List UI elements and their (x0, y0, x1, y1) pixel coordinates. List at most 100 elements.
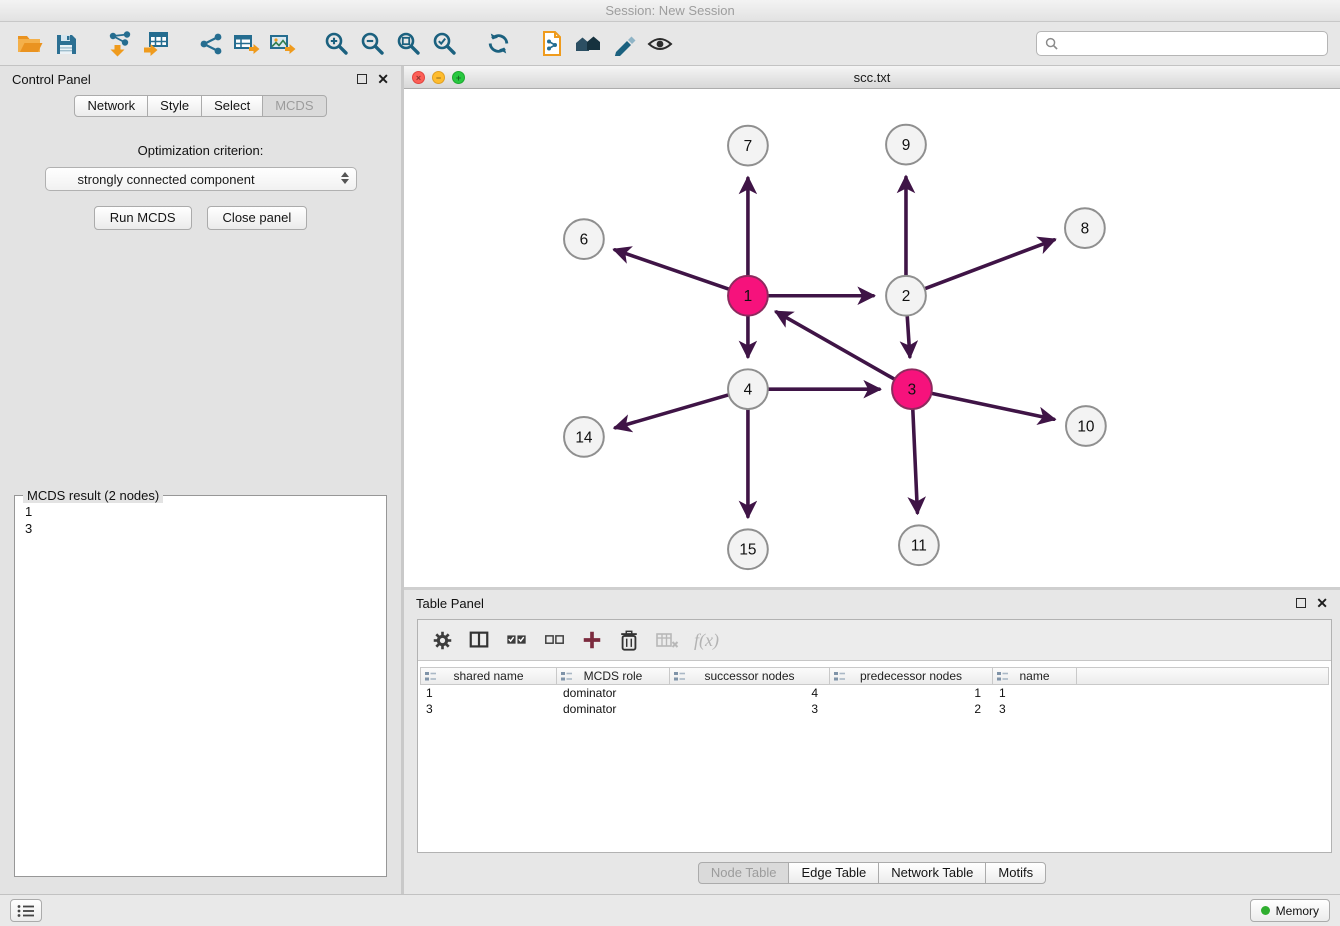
close-table-panel-icon[interactable]: ✕ (1316, 598, 1328, 608)
function-builder-button[interactable]: f(x) (694, 630, 719, 651)
node-2[interactable]: 2 (886, 276, 926, 316)
open-session-button[interactable] (12, 27, 48, 61)
task-history-button[interactable] (10, 899, 42, 922)
table-row[interactable]: 3dominator323 (420, 701, 1329, 717)
save-session-button[interactable] (48, 27, 84, 61)
minimize-window-icon[interactable]: − (432, 71, 445, 84)
node-7[interactable]: 7 (728, 126, 768, 166)
style-brush-icon (612, 31, 637, 56)
memory-button[interactable]: Memory (1250, 899, 1330, 922)
column-sort-icon (997, 671, 1008, 682)
import-table-icon (142, 30, 170, 58)
edge-3-1[interactable] (776, 312, 893, 379)
svg-text:2: 2 (902, 288, 911, 305)
trash-icon (618, 629, 640, 652)
zoom-selected-button[interactable] (426, 27, 462, 61)
node-6[interactable]: 6 (564, 219, 604, 259)
window-titlebar[interactable]: Session: New Session (0, 0, 1340, 22)
network-share-button[interactable] (192, 27, 228, 61)
search-input[interactable] (1064, 36, 1319, 51)
node-4[interactable]: 4 (728, 369, 768, 409)
tab-network[interactable]: Network (74, 95, 148, 117)
task-list-icon (17, 904, 35, 918)
delete-button[interactable] (618, 629, 640, 652)
node-9[interactable]: 9 (886, 125, 926, 165)
mcds-result-box: MCDS result (2 nodes) 1 3 (14, 495, 387, 877)
edge-3-10[interactable] (932, 393, 1053, 419)
share-document-button[interactable] (534, 27, 570, 61)
node-10[interactable]: 10 (1066, 406, 1106, 446)
memory-status-icon (1261, 906, 1270, 915)
node-11[interactable]: 11 (899, 525, 939, 565)
tab-mcds[interactable]: MCDS (262, 95, 326, 117)
export-image-button[interactable] (264, 27, 300, 61)
tab-node-table[interactable]: Node Table (698, 862, 790, 884)
float-panel-icon[interactable] (357, 74, 367, 84)
network-window-titlebar[interactable]: × − + scc.txt (404, 66, 1340, 89)
edge-3-11[interactable] (913, 410, 918, 512)
column-sort-icon (674, 671, 685, 682)
add-button[interactable] (581, 629, 603, 651)
edge-2-8[interactable] (925, 240, 1054, 289)
delete-columns-button[interactable] (655, 629, 679, 651)
column-header-successor-nodes[interactable]: successor nodes (670, 667, 830, 685)
tab-network-table[interactable]: Network Table (878, 862, 986, 884)
edge-1-6[interactable] (615, 250, 728, 289)
table-panel-header: Table Panel ✕ (404, 590, 1340, 616)
tab-motifs[interactable]: Motifs (985, 862, 1046, 884)
gear-icon (432, 630, 453, 651)
mcds-result-text[interactable]: 1 3 (15, 496, 386, 544)
close-panel-button[interactable]: Close panel (207, 206, 308, 230)
optimization-select[interactable]: strongly connected component (45, 167, 357, 191)
edge-2-3[interactable] (907, 317, 910, 357)
toolbar-search[interactable] (1036, 31, 1328, 56)
table-cell: 2 (830, 702, 993, 716)
export-image-icon (268, 31, 296, 57)
refresh-button[interactable] (480, 27, 516, 61)
delete-columns-icon (655, 629, 679, 651)
maximize-window-icon[interactable]: + (452, 71, 465, 84)
tab-select[interactable]: Select (201, 95, 263, 117)
graph-svg[interactable]: 7 9 6 8 1 2 4 3 14 10 15 11 (404, 89, 1340, 587)
export-table-button[interactable] (228, 27, 264, 61)
table-cell: dominator (557, 686, 670, 700)
style-brush-button[interactable] (606, 27, 642, 61)
close-window-icon[interactable]: × (412, 71, 425, 84)
tab-style[interactable]: Style (147, 95, 202, 117)
column-header-predecessor-nodes[interactable]: predecessor nodes (830, 667, 993, 685)
column-header-shared-name[interactable]: shared name (420, 667, 557, 685)
column-sort-icon (561, 671, 572, 682)
network-canvas[interactable]: 7 9 6 8 1 2 4 3 14 10 15 11 (404, 89, 1340, 587)
deselect-all-button[interactable] (543, 629, 566, 651)
svg-text:4: 4 (744, 382, 753, 399)
node-14[interactable]: 14 (564, 417, 604, 457)
show-graphics-button[interactable] (642, 27, 678, 61)
run-mcds-button[interactable]: Run MCDS (94, 206, 192, 230)
node-8[interactable]: 8 (1065, 208, 1105, 248)
memory-label: Memory (1276, 904, 1319, 918)
zoom-out-button[interactable] (354, 27, 390, 61)
table-row[interactable]: 1dominator411 (420, 685, 1329, 701)
zoom-fit-button[interactable] (390, 27, 426, 61)
table-cell: 4 (670, 686, 830, 700)
close-panel-icon[interactable]: ✕ (377, 74, 389, 84)
svg-text:1: 1 (744, 288, 753, 305)
zoom-in-button[interactable] (318, 27, 354, 61)
tab-edge-table[interactable]: Edge Table (788, 862, 879, 884)
node-3[interactable]: 3 (892, 369, 932, 409)
node-15[interactable]: 15 (728, 529, 768, 569)
import-network-button[interactable] (102, 27, 138, 61)
edge-4-14[interactable] (615, 395, 727, 428)
status-bar: Memory (0, 894, 1340, 926)
import-table-button[interactable] (138, 27, 174, 61)
column-header-name[interactable]: name (993, 667, 1077, 685)
table-settings-button[interactable] (432, 630, 453, 651)
float-table-panel-icon[interactable] (1296, 598, 1306, 608)
column-header-mcds-role[interactable]: MCDS role (557, 667, 670, 685)
network-overview-button[interactable] (570, 27, 606, 61)
node-1[interactable]: 1 (728, 276, 768, 316)
control-panel-header: Control Panel ✕ (0, 66, 401, 92)
select-all-button[interactable] (505, 629, 528, 651)
show-columns-button[interactable] (468, 629, 490, 651)
main-area: Control Panel ✕ NetworkStyleSelectMCDS O… (0, 66, 1340, 894)
